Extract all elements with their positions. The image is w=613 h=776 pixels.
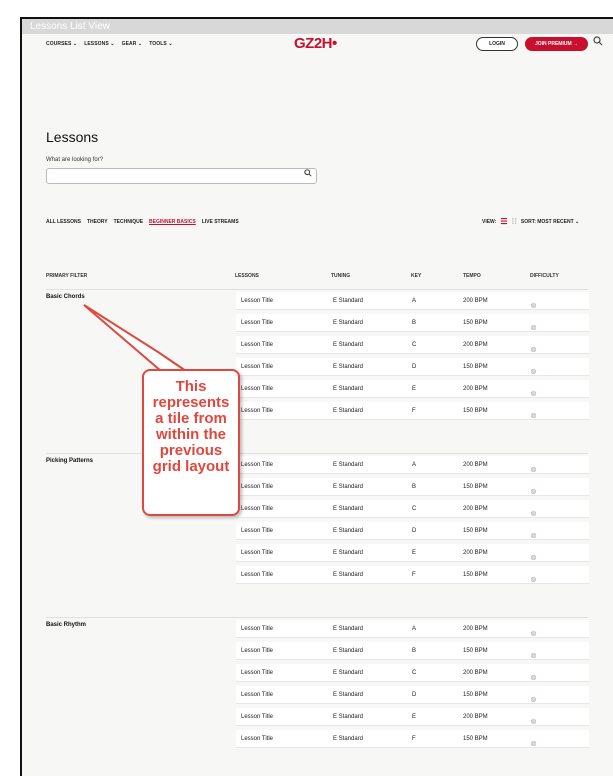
callout-line: a tile from	[155, 410, 227, 427]
callout-line: within the	[156, 426, 226, 443]
callout-line: This	[175, 378, 207, 395]
callout-line: represents	[152, 394, 230, 411]
callout-line: grid layout	[152, 458, 230, 475]
callout-line: previous	[159, 442, 223, 459]
callout-pointer	[83, 304, 189, 379]
annotation-callout: This represents a tile from within the p…	[142, 369, 240, 516]
browser-window: Lessons List View COURSES ⌄ LESSONS ⌄ GE…	[20, 17, 613, 776]
